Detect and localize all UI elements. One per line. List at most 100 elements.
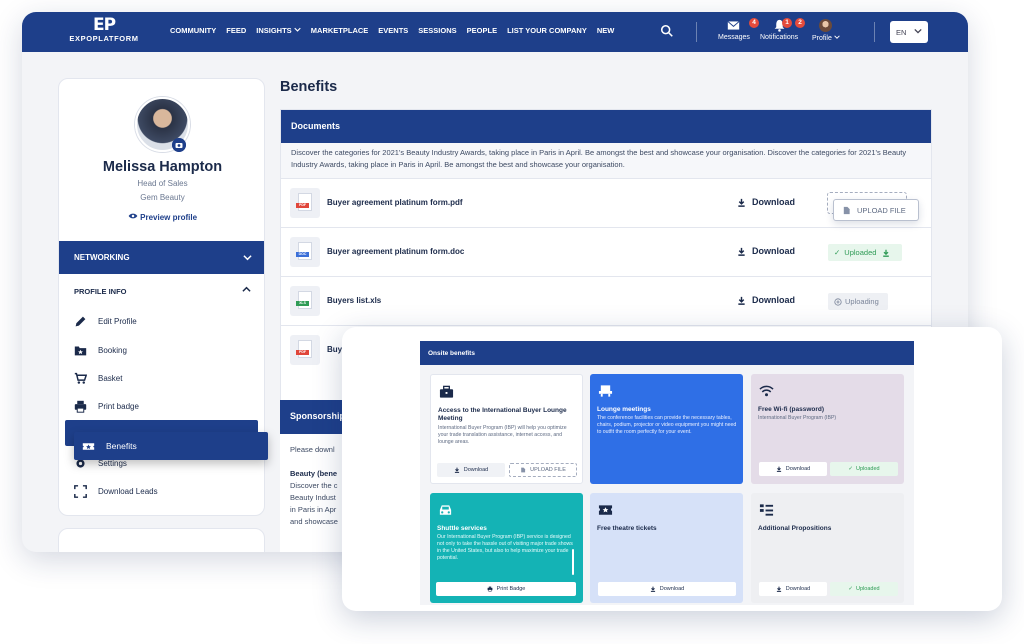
- profile-info-heading[interactable]: PROFILE INFO: [74, 287, 127, 296]
- download-button[interactable]: Download: [759, 582, 827, 596]
- chevron-down-icon: [294, 27, 301, 32]
- onsite-benefits-grid: Access to the International Buyer Lounge…: [420, 365, 914, 605]
- doc-file-icon: DOC: [290, 237, 320, 267]
- nav-community[interactable]: COMMUNITY: [170, 26, 216, 35]
- documents-header: Documents: [281, 110, 931, 143]
- profile-title: Head of Sales: [137, 179, 188, 188]
- page-title: Benefits: [280, 79, 338, 95]
- nav-sessions[interactable]: SESSIONS: [418, 26, 456, 35]
- download-button[interactable]: Download: [759, 462, 827, 476]
- sidebar-item-booking[interactable]: Booking: [74, 344, 127, 357]
- benefit-card[interactable]: Free Wi-fi (password) International Buye…: [751, 374, 904, 484]
- file-name: Buy: [327, 345, 343, 354]
- cart-icon: [74, 372, 87, 384]
- nav-events[interactable]: EVENTS: [378, 26, 408, 35]
- benefit-card[interactable]: Free theatre tickets Download: [590, 493, 743, 603]
- sidebar-item-label: Download Leads: [98, 487, 158, 496]
- file-name: Buyer agreement platinum form.doc: [327, 247, 465, 256]
- check-icon: ✓: [834, 248, 841, 257]
- eye-icon: [128, 213, 138, 219]
- chevron-up-icon[interactable]: [242, 285, 251, 294]
- top-navigation-bar: EP EXPOPLATFORM COMMUNITY FEED INSIGHTS …: [22, 12, 968, 52]
- messages-badge: 4: [749, 18, 759, 28]
- profile-company: Gem Beauty: [140, 193, 185, 202]
- uploading-status: Uploading: [828, 293, 888, 310]
- download-label: Download: [785, 586, 811, 592]
- nav-marketplace[interactable]: MARKETPLACE: [311, 26, 369, 35]
- upload-file-button[interactable]: UPLOAD FILE: [833, 199, 919, 221]
- sidebar-item-label: Settings: [98, 459, 127, 468]
- profile-menu-button[interactable]: Profile: [812, 19, 840, 42]
- download-label: Download: [752, 295, 795, 305]
- sidebar-item-print-badge[interactable]: Print badge: [74, 400, 139, 413]
- benefit-title: Additional Propositions: [758, 525, 832, 532]
- divider: [874, 22, 875, 42]
- benefit-description: International Buyer Program (IBP): [758, 415, 837, 421]
- preview-profile-link[interactable]: Preview profile: [59, 212, 264, 222]
- camera-icon[interactable]: [172, 138, 186, 152]
- download-button[interactable]: Download: [737, 197, 795, 207]
- notifications-button[interactable]: Notifications 1 2: [760, 18, 805, 41]
- benefit-title: Access to the International Buyer Lounge…: [438, 407, 567, 422]
- plus-circle-icon: [834, 297, 842, 306]
- networking-section[interactable]: NETWORKING: [59, 241, 264, 274]
- benefit-title: Shuttle services: [437, 525, 487, 532]
- chevron-down-icon: [834, 35, 840, 39]
- sidebar-item-benefits[interactable]: Benefits: [74, 432, 268, 460]
- document-row: PDF Buyer agreement platinum form.pdf Do…: [281, 179, 931, 228]
- nav-feed[interactable]: FEED: [226, 26, 246, 35]
- scrollbar[interactable]: [572, 549, 574, 575]
- xls-file-icon: XLS: [290, 286, 320, 316]
- uploaded-status[interactable]: ✓ Uploaded: [828, 244, 902, 261]
- download-button[interactable]: Download: [437, 463, 505, 477]
- benefit-card[interactable]: Access to the International Buyer Lounge…: [430, 374, 583, 484]
- download-label: Download: [463, 467, 489, 473]
- language-select[interactable]: EN: [890, 21, 928, 43]
- messages-button[interactable]: Messages 4: [718, 18, 759, 41]
- print-badge-button[interactable]: Print Badge: [436, 582, 576, 596]
- check-icon: ✓: [848, 466, 854, 472]
- print-badge-label: Print Badge: [496, 586, 526, 592]
- logo[interactable]: EP EXPOPLATFORM: [64, 16, 144, 44]
- chair-icon: [598, 385, 613, 397]
- networking-label: NETWORKING: [74, 253, 130, 262]
- benefit-card[interactable]: Lounge meetings The conference facilitie…: [590, 374, 743, 484]
- download-button[interactable]: Download: [598, 582, 736, 596]
- uploaded-status[interactable]: ✓ Uploaded: [830, 582, 898, 596]
- download-icon: [776, 466, 781, 472]
- search-icon[interactable]: [660, 24, 674, 38]
- sidebar-item-basket[interactable]: Basket: [74, 372, 122, 385]
- upload-file-button[interactable]: UPLOAD FILE: [509, 463, 577, 477]
- benefit-title: Free theatre tickets: [597, 525, 657, 532]
- uploaded-status[interactable]: ✓ Uploaded: [830, 462, 898, 476]
- sidebar-item-edit-profile[interactable]: Edit Profile: [74, 315, 137, 328]
- messages-label: Messages: [718, 34, 750, 41]
- download-button[interactable]: Download: [737, 246, 795, 256]
- benefit-card[interactable]: Shuttle services Our International Buyer…: [430, 493, 583, 603]
- upload-file-label: UPLOAD FILE: [857, 205, 906, 215]
- nav-insights[interactable]: INSIGHTS: [256, 26, 301, 35]
- onsite-benefits-header: Onsite benefits: [420, 341, 914, 365]
- language-value: EN: [896, 27, 907, 37]
- pencil-icon: [75, 316, 86, 327]
- sidebar-item-download-leads[interactable]: Download Leads: [74, 485, 158, 498]
- sidebar-item-label: Print badge: [98, 402, 139, 411]
- download-button[interactable]: Download: [737, 295, 795, 305]
- pdf-file-icon: PDF: [290, 335, 320, 365]
- nav-people[interactable]: PEOPLE: [467, 26, 497, 35]
- nav-list-your-company[interactable]: LIST YOUR COMPANY: [507, 26, 587, 35]
- wifi-icon: [759, 385, 774, 397]
- briefcase-icon: [439, 385, 454, 398]
- download-label: Download: [752, 246, 795, 256]
- nav-new[interactable]: NEW: [597, 26, 615, 35]
- list-icon: [759, 504, 774, 516]
- ticket-icon: [82, 442, 95, 450]
- onsite-benefits-window: Onsite benefits Access to the Internatio…: [342, 327, 1002, 611]
- benefit-card[interactable]: Additional Propositions Download ✓ Upload…: [751, 493, 904, 603]
- uploading-label: Uploading: [845, 297, 879, 306]
- sidebar-item-label: Basket: [98, 374, 123, 383]
- download-label: Download: [659, 586, 685, 592]
- printer-icon: [487, 586, 493, 592]
- download-icon: [776, 586, 781, 592]
- scan-icon: [74, 485, 87, 498]
